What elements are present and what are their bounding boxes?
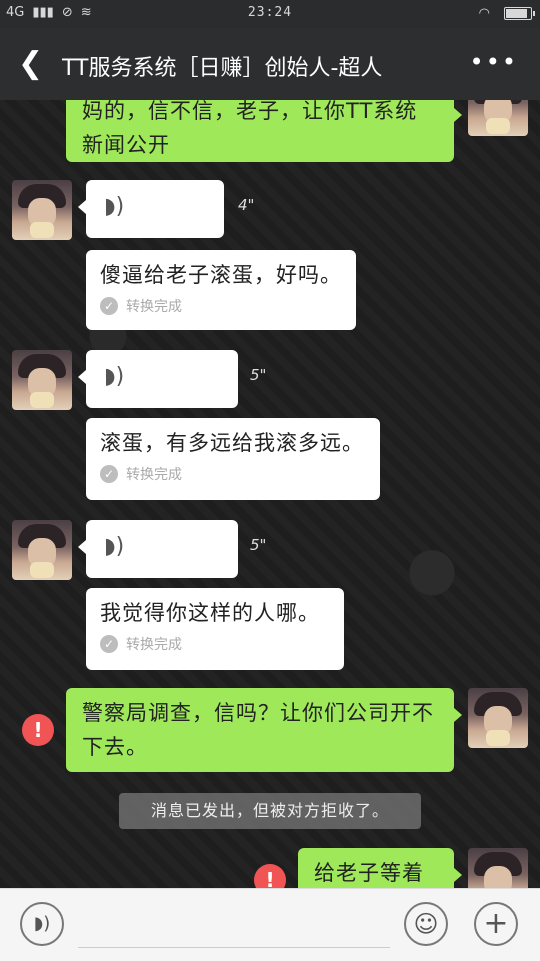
contact-avatar[interactable] — [12, 520, 72, 580]
transcript-status: ✓ 转换完成 — [100, 296, 342, 316]
voice-duration: 5" — [250, 366, 267, 384]
voice-duration: 5" — [250, 536, 267, 554]
check-icon: ✓ — [100, 297, 118, 315]
emoji-icon[interactable]: ☺ — [404, 902, 448, 946]
my-avatar[interactable] — [468, 848, 528, 888]
more-dots-icon[interactable]: ••• — [470, 48, 518, 76]
status-label: 转换完成 — [126, 299, 182, 315]
status-label: 转换完成 — [126, 467, 182, 483]
input-bar: ◗) ☺ + — [0, 888, 540, 961]
chat-title: TT服务系统［日赚］创始人-超人 — [62, 56, 383, 81]
plus-icon[interactable]: + — [474, 902, 518, 946]
transcript-text: 滚蛋，有多远给我滚多远。 — [100, 431, 364, 455]
status-right: ◠ — [478, 6, 535, 21]
transcript-bubble[interactable]: 滚蛋，有多远给我滚多远。 ✓ 转换完成 — [86, 418, 380, 500]
transcript-status: ✓ 转换完成 — [100, 464, 366, 484]
message-bubble[interactable]: 给老子等着 — [298, 848, 462, 888]
voice-duration: 4" — [238, 196, 255, 214]
message-text: 妈的，信不信，老子，让你TT系统新闻公开 — [82, 100, 418, 157]
voice-wave-icon: ◗) — [104, 364, 125, 389]
message-bubble[interactable]: 警察局调查，信吗？让你们公司开不下去。 — [66, 688, 462, 772]
voice-wave-icon: ◗) — [104, 534, 125, 559]
status-time: 23:24 — [247, 5, 293, 20]
chat-header: ❮ TT服务系统［日赚］创始人-超人 ••• — [0, 28, 540, 100]
send-failed-icon[interactable]: ! — [254, 864, 286, 888]
my-avatar[interactable] — [468, 688, 528, 748]
transcript-status: ✓ 转换完成 — [100, 634, 330, 654]
check-icon: ✓ — [100, 635, 118, 653]
battery-icon — [504, 7, 535, 20]
voice-message-bubble[interactable]: ◗) — [78, 520, 238, 578]
check-icon: ✓ — [100, 465, 118, 483]
message-text: 警察局调查，信吗？让你们公司开不下去。 — [82, 701, 434, 759]
message-bubble[interactable]: 妈的，信不信，老子，让你TT系统新闻公开 — [66, 100, 462, 162]
send-failed-icon[interactable]: ! — [22, 714, 54, 746]
transcript-bubble[interactable]: 傻逼给老子滚蛋，好吗。 ✓ 转换完成 — [86, 250, 356, 330]
status-bar: 4G ▮▮▮ ⊘ ≋ 23:24 ◠ — [0, 0, 540, 28]
chat-area[interactable]: 妈的，信不信，老子，让你TT系统新闻公开 ◗) 4" 傻逼给老子滚蛋，好吗。 ✓… — [0, 100, 540, 888]
my-avatar[interactable] — [468, 100, 528, 136]
voice-message-bubble[interactable]: ◗) — [78, 350, 238, 408]
headset-icon: ◠ — [478, 6, 490, 21]
message-input[interactable] — [78, 947, 390, 948]
contact-avatar[interactable] — [12, 180, 72, 240]
contact-avatar[interactable] — [12, 350, 72, 410]
message-text: 给老子等着 — [314, 861, 424, 885]
transcript-bubble[interactable]: 我觉得你这样的人哪。 ✓ 转换完成 — [86, 588, 344, 670]
voice-message-bubble[interactable]: ◗) — [78, 180, 224, 238]
status-label: 转换完成 — [126, 637, 182, 653]
system-notice: 消息已发出，但被对方拒收了。 — [119, 793, 421, 829]
transcript-text: 我觉得你这样的人哪。 — [100, 601, 320, 625]
back-chevron-icon[interactable]: ❮ — [18, 46, 43, 81]
transcript-text: 傻逼给老子滚蛋，好吗。 — [100, 263, 342, 287]
voice-input-icon[interactable]: ◗) — [20, 902, 64, 946]
voice-wave-icon: ◗) — [104, 194, 125, 219]
